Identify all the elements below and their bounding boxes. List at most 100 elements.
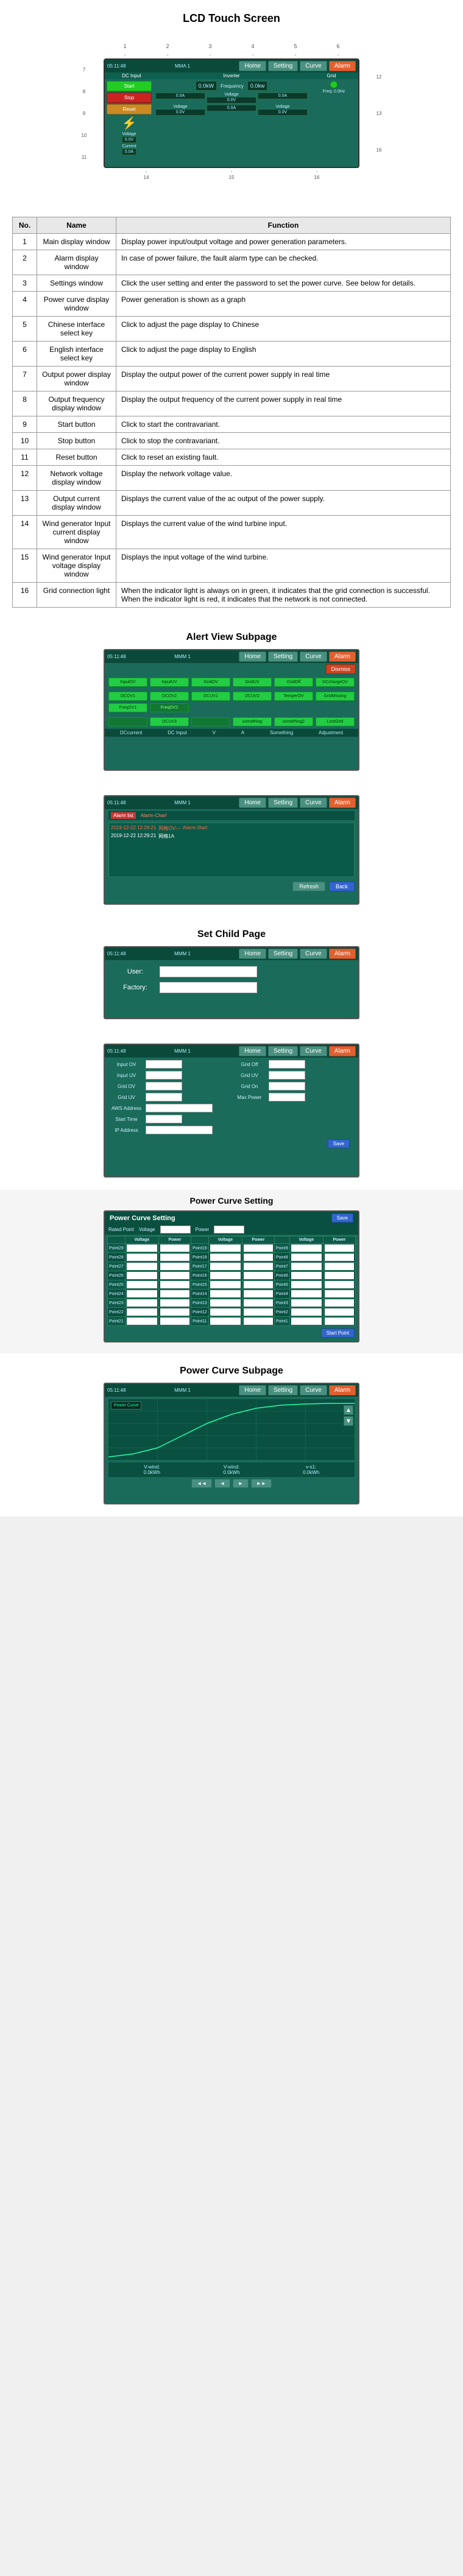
pcs-input-lv-5[interactable] <box>127 1290 157 1297</box>
pcurve-btn-f[interactable]: ► <box>233 1479 249 1488</box>
pcs-input-mp-7[interactable] <box>244 1308 273 1316</box>
alarm-refresh-btn[interactable]: Refresh <box>292 882 325 891</box>
pcs-input-mv-3[interactable] <box>210 1272 241 1279</box>
rated-power-input[interactable] <box>214 1226 244 1234</box>
settings-nav-home[interactable]: Home <box>239 1046 266 1056</box>
input-max-power[interactable] <box>269 1093 305 1101</box>
pcs-save-btn[interactable]: Save <box>331 1213 353 1223</box>
pcurve-nav-setting[interactable]: Setting <box>268 1385 298 1395</box>
alert-freqov2[interactable]: FreqOV2 <box>150 703 189 712</box>
pcs-input-lv-0[interactable] <box>127 1244 157 1252</box>
pcs-input-mp-8[interactable] <box>244 1318 273 1325</box>
alert-gridoff[interactable]: GridOff <box>274 678 313 687</box>
alert-freqov1[interactable]: FreqOV1 <box>108 703 147 712</box>
pcs-input-lp-3[interactable] <box>160 1272 189 1279</box>
pcs-input-mp-0[interactable] <box>244 1244 273 1252</box>
input-input-ov[interactable] <box>146 1060 182 1069</box>
pcs-input-rp-4[interactable] <box>325 1281 354 1288</box>
pcs-input-rp-7[interactable] <box>325 1308 354 1316</box>
alert-nav-home[interactable]: Home <box>239 651 266 662</box>
pcs-input-lv-4[interactable] <box>127 1281 157 1288</box>
alert-dcov2[interactable]: DCOV2 <box>150 692 189 701</box>
pcs-input-lv-7[interactable] <box>127 1308 157 1316</box>
pcs-input-rp-1[interactable] <box>325 1254 354 1261</box>
pcs-input-lp-5[interactable] <box>160 1290 189 1297</box>
pcs-input-rv-3[interactable] <box>291 1272 322 1279</box>
pcs-input-lp-7[interactable] <box>160 1308 189 1316</box>
pcurve-btn-ff[interactable]: ►► <box>251 1479 272 1488</box>
pcurve-nav-home[interactable]: Home <box>239 1385 266 1395</box>
alarm-detail-nav-setting[interactable]: Setting <box>268 798 298 808</box>
alert-dcuv2[interactable]: DCUV2 <box>233 692 272 701</box>
pcs-input-mv-8[interactable] <box>210 1318 241 1325</box>
nav-alarm-btn[interactable]: Alarm <box>329 61 356 71</box>
pcs-input-rp-6[interactable] <box>325 1299 354 1307</box>
pcs-input-lv-8[interactable] <box>127 1318 157 1325</box>
input-grid-ov[interactable] <box>146 1082 182 1090</box>
pcs-input-mp-3[interactable] <box>244 1272 273 1279</box>
alert-dcuv1[interactable]: DCUV1 <box>191 692 230 701</box>
rated-voltage-input[interactable] <box>160 1226 191 1234</box>
settings-nav-setting[interactable]: Setting <box>268 1046 298 1056</box>
pcs-input-rp-0[interactable] <box>325 1244 354 1252</box>
settings-nav-alarm[interactable]: Alarm <box>329 1046 356 1056</box>
pcs-input-rp-5[interactable] <box>325 1290 354 1297</box>
pcs-input-mp-4[interactable] <box>244 1281 273 1288</box>
alert-inputuv[interactable]: InputUV <box>150 678 189 687</box>
alert-dcuv3[interactable]: DCUV3 <box>150 717 189 726</box>
alert-something2[interactable]: something2 <box>274 717 313 726</box>
pcs-input-lp-6[interactable] <box>160 1299 189 1307</box>
alert-nav-setting[interactable]: Setting <box>268 651 298 662</box>
alert-dcov1[interactable]: DCOV1 <box>108 692 147 701</box>
settings-nav-curve[interactable]: Curve <box>300 1046 327 1056</box>
alert-lostgrid[interactable]: LostGrid <box>316 717 355 726</box>
pcs-input-rp-3[interactable] <box>325 1272 354 1279</box>
input-grid-on[interactable] <box>269 1082 305 1090</box>
pcurve-nav-curve[interactable]: Curve <box>300 1385 327 1395</box>
alert-dcchargeov[interactable]: DCchargeOV <box>316 678 355 687</box>
pcs-input-mv-6[interactable] <box>210 1299 241 1307</box>
pcs-input-mp-5[interactable] <box>244 1290 273 1297</box>
settings-save-btn[interactable]: Save <box>328 1139 350 1148</box>
pcs-input-rp-8[interactable] <box>325 1318 354 1325</box>
nav-home-btn[interactable]: Home <box>239 61 266 71</box>
curve-scroll-up[interactable]: ▲ <box>344 1405 353 1415</box>
sc-nav-alarm[interactable]: Alarm <box>329 949 356 959</box>
user-input[interactable] <box>160 966 257 977</box>
pcs-input-lv-2[interactable] <box>127 1263 157 1270</box>
alert-nav-curve[interactable]: Curve <box>300 651 327 662</box>
stop-btn[interactable]: Stop <box>107 93 152 103</box>
pcs-input-rv-0[interactable] <box>291 1244 322 1252</box>
pcs-input-mv-1[interactable] <box>210 1254 241 1261</box>
input-grid-uv[interactable] <box>269 1071 305 1079</box>
pcs-input-lp-0[interactable] <box>160 1244 189 1252</box>
start-point-btn[interactable]: Start Point <box>321 1328 355 1338</box>
nav-curve-btn[interactable]: Curve <box>300 61 327 71</box>
pcs-input-rv-6[interactable] <box>291 1299 322 1307</box>
input-grid-off[interactable] <box>269 1060 305 1069</box>
sc-nav-curve[interactable]: Curve <box>300 949 327 959</box>
start-btn[interactable]: Start <box>107 81 152 91</box>
pcs-input-lv-6[interactable] <box>127 1299 157 1307</box>
alarm-detail-nav-alarm[interactable]: Alarm <box>329 798 356 808</box>
alert-griduv[interactable]: GridUV <box>233 678 272 687</box>
alert-gridmissing[interactable]: GridMissing <box>316 692 355 701</box>
pcs-input-mp-2[interactable] <box>244 1263 273 1270</box>
pcs-input-rv-7[interactable] <box>291 1308 322 1316</box>
pcs-input-rp-2[interactable] <box>325 1263 354 1270</box>
alert-inputov[interactable]: InputOV <box>108 678 147 687</box>
pcs-input-mv-2[interactable] <box>210 1263 241 1270</box>
pcs-input-rv-8[interactable] <box>291 1318 322 1325</box>
pcs-input-rv-2[interactable] <box>291 1263 322 1270</box>
input-input-uv[interactable] <box>146 1071 182 1079</box>
pcs-input-mv-7[interactable] <box>210 1308 241 1316</box>
pcs-input-mv-4[interactable] <box>210 1281 241 1288</box>
factory-input[interactable] <box>160 982 257 993</box>
pcs-input-mv-5[interactable] <box>210 1290 241 1297</box>
input-grid-uv2[interactable] <box>146 1093 182 1101</box>
input-ip-address[interactable] <box>146 1126 213 1134</box>
alarm-detail-nav-home[interactable]: Home <box>239 798 266 808</box>
pcs-input-mp-6[interactable] <box>244 1299 273 1307</box>
sc-nav-setting[interactable]: Setting <box>268 949 298 959</box>
pcs-input-mp-1[interactable] <box>244 1254 273 1261</box>
